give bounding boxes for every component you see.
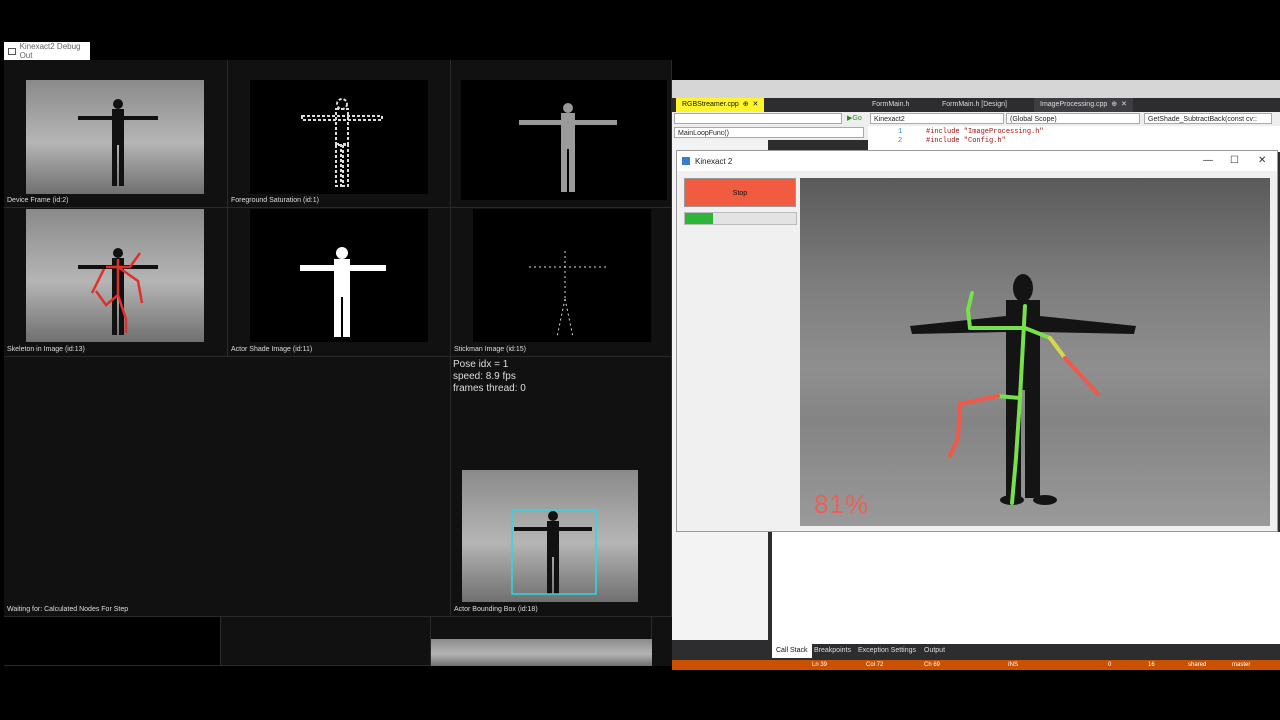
vs-left-nav: MainLoopFunc() bbox=[672, 126, 868, 140]
actor-shade-silhouette bbox=[300, 247, 386, 337]
stickman-image bbox=[473, 209, 651, 342]
skeleton-in-image bbox=[26, 209, 204, 342]
stop-button[interactable]: Stop bbox=[684, 178, 796, 207]
debug-window-tab[interactable]: Kinexact2 Debug Out bbox=[4, 42, 90, 60]
device-frame-panel: Device Frame (id:2) bbox=[4, 60, 228, 208]
close-icon[interactable]: ✕ bbox=[1258, 155, 1266, 166]
skeleton-overlay bbox=[78, 248, 158, 335]
status-repo[interactable]: shared bbox=[1188, 660, 1206, 670]
close-icon[interactable]: ✕ bbox=[1119, 101, 1127, 108]
line-number-2: 2 bbox=[898, 137, 903, 145]
tab-rgbstreamer[interactable]: RGBStreamer.cpp ⊕ ✕ bbox=[676, 98, 765, 112]
depth-panel bbox=[451, 60, 672, 208]
foreground-outline bbox=[301, 98, 383, 187]
actor-silhouette bbox=[78, 99, 158, 186]
skeleton-in-image-panel: Skeleton in Image (id:13) bbox=[4, 208, 228, 357]
tab-breakpoints[interactable]: Breakpoints bbox=[810, 644, 855, 658]
status-ch: Ch 69 bbox=[924, 662, 941, 668]
depth-image bbox=[461, 80, 667, 200]
actor-bounding-box-image bbox=[462, 470, 638, 602]
waiting-caption: Waiting for: Calculated Nodes For Step bbox=[7, 606, 129, 613]
go-button[interactable]: ▶Go bbox=[844, 113, 866, 124]
skeleton-in-image-caption: Skeleton in Image (id:13) bbox=[7, 346, 85, 353]
actor-bounding-box-caption: Actor Bounding Box (id:18) bbox=[454, 606, 538, 613]
debug-window-title: Kinexact2 Debug Out bbox=[19, 42, 81, 60]
stickman-caption: Stickman Image (id:15) bbox=[454, 346, 526, 353]
tab-imageprocessing[interactable]: ImageProcessing.cpp ⊕ ✕ bbox=[1034, 98, 1133, 112]
minimize-icon[interactable]: — bbox=[1203, 155, 1213, 166]
stickman-dots bbox=[529, 251, 609, 338]
vs-status-bar: Ln 39 Col 72 Ch 69 INS 0 16 shared maste… bbox=[672, 660, 1280, 670]
status-zero: 0 bbox=[1108, 662, 1112, 668]
foreground-saturation-panel: Foreground Saturation (id:1) bbox=[228, 60, 451, 208]
bounding-box-overlay bbox=[511, 509, 597, 595]
device-frame-caption: Device Frame (id:2) bbox=[7, 197, 69, 204]
status-col: Col 72 bbox=[866, 662, 884, 668]
progress-fill bbox=[685, 213, 713, 224]
pose-idx-text: Pose idx = 1 bbox=[453, 359, 509, 370]
close-icon[interactable]: ✕ bbox=[751, 101, 758, 108]
device-frame-image bbox=[26, 80, 204, 194]
kinexact-title: Kinexact 2 bbox=[695, 157, 733, 166]
app-icon bbox=[682, 157, 690, 165]
pin-icon[interactable]: ⊕ bbox=[1109, 101, 1117, 108]
tab-formmain-h[interactable]: FormMain.h bbox=[866, 98, 915, 112]
function-dropdown[interactable]: GetShade_SubtractBack(const cv:: bbox=[1144, 113, 1272, 124]
pose-stats: Pose idx = 1 speed: 8.9 fps frames threa… bbox=[453, 359, 526, 395]
waiting-panel: Waiting for: Calculated Nodes For Step bbox=[4, 357, 451, 617]
bottom-panel-3-image bbox=[431, 639, 652, 666]
kinexact-title-bar[interactable]: Kinexact 2 — ☐ ✕ bbox=[677, 151, 1277, 171]
foreground-saturation-image bbox=[250, 80, 428, 194]
call-stack-pane[interactable] bbox=[772, 532, 1280, 644]
tab-call-stack[interactable]: Call Stack bbox=[772, 644, 812, 658]
kinexact-window: Kinexact 2 — ☐ ✕ Stop 81% bbox=[676, 150, 1278, 532]
actor-shade-caption: Actor Shade Image (id:11) bbox=[231, 346, 313, 353]
bottom-panel-2 bbox=[221, 617, 431, 666]
status-sixteen: 16 bbox=[1148, 662, 1155, 668]
line-number-1: 1 bbox=[898, 128, 903, 136]
vs-bottom-tabs: Call Stack Breakpoints Exception Setting… bbox=[772, 644, 1280, 658]
camera-view: 81% bbox=[800, 178, 1270, 526]
bottom-panel-3 bbox=[431, 617, 652, 666]
skeleton-yellow-lines bbox=[1048, 336, 1067, 360]
tab-output[interactable]: Output bbox=[920, 644, 949, 658]
actor-shade-image bbox=[250, 209, 428, 342]
vs-navigation-bar: ▶Go Kinexact2 (Global Scope) GetShade_Su… bbox=[672, 112, 1280, 126]
tab-formmain-design[interactable]: FormMain.h [Design] bbox=[936, 98, 1013, 112]
window-icon bbox=[8, 47, 16, 55]
frames-thread-text: frames thread: 0 bbox=[453, 383, 526, 394]
speed-text: speed: 8.9 fps bbox=[453, 371, 516, 382]
foreground-saturation-caption: Foreground Saturation (id:1) bbox=[231, 197, 319, 204]
pin-icon[interactable]: ⊕ bbox=[741, 101, 749, 108]
scope-dropdown[interactable]: (Global Scope) bbox=[1006, 113, 1140, 124]
tab-exception-settings[interactable]: Exception Settings bbox=[854, 644, 920, 658]
depth-silhouette bbox=[519, 103, 617, 192]
code-line-2: #include "Config.h" bbox=[926, 137, 1006, 145]
stats-panel: Pose idx = 1 speed: 8.9 fps frames threa… bbox=[451, 357, 672, 617]
vs-title-bar bbox=[672, 80, 1280, 98]
status-ins: INS bbox=[1008, 662, 1019, 668]
left-dropdown[interactable] bbox=[674, 113, 842, 124]
left-function-dropdown[interactable]: MainLoopFunc() bbox=[674, 127, 864, 138]
project-dropdown[interactable]: Kinexact2 bbox=[870, 113, 1004, 124]
code-editor[interactable]: 1 #include "ImageProcessing.h" 2 #includ… bbox=[868, 126, 1280, 152]
bottom-panel-1 bbox=[4, 617, 221, 666]
actor-shade-panel: Actor Shade Image (id:11) bbox=[228, 208, 451, 357]
status-line: Ln 39 bbox=[812, 662, 828, 668]
match-progress-bar bbox=[684, 212, 797, 225]
match-percent: 81% bbox=[814, 489, 870, 519]
maximize-icon[interactable]: ☐ bbox=[1230, 155, 1239, 166]
camera-skeleton-overlay bbox=[910, 274, 1136, 505]
stickman-panel: Stickman Image (id:15) bbox=[451, 208, 672, 357]
debug-output-window: Device Frame (id:2) Foreground Saturatio… bbox=[4, 60, 672, 666]
status-branch[interactable]: master bbox=[1232, 660, 1250, 670]
vs-document-tabs: RGBStreamer.cpp ⊕ ✕ FormMain.h FormMain.… bbox=[672, 98, 1280, 112]
code-line-1: #include "ImageProcessing.h" bbox=[926, 128, 1044, 136]
